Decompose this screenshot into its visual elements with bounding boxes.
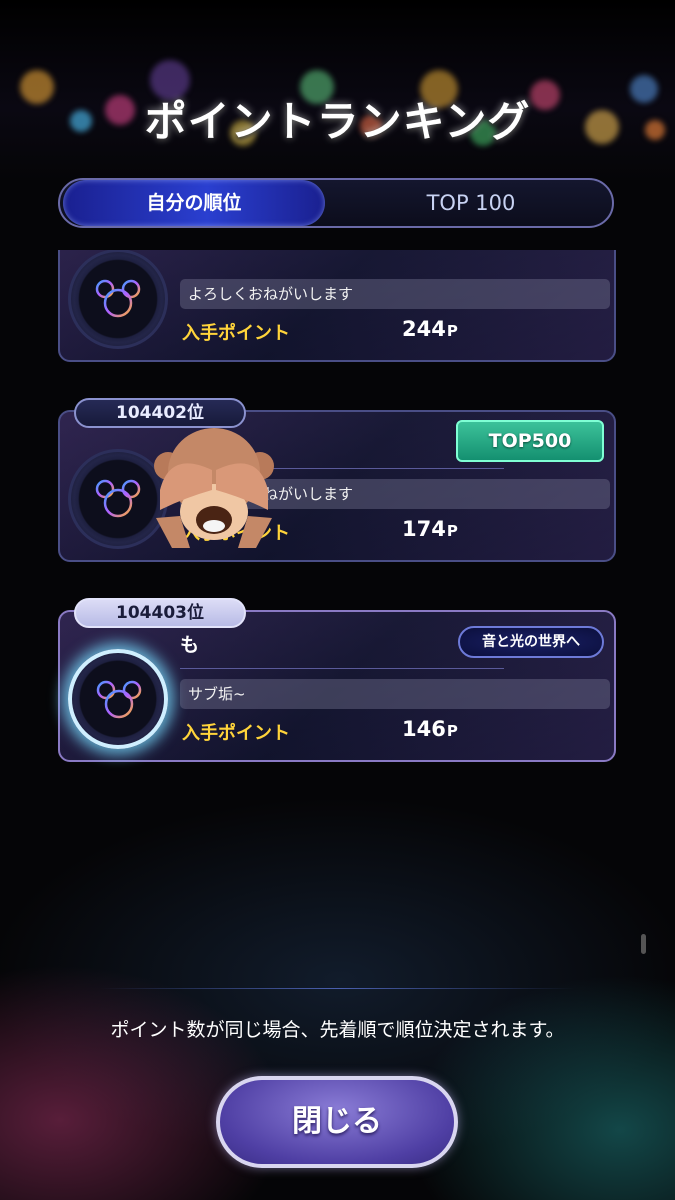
mickey-silhouette-icon xyxy=(96,680,142,719)
comment-text: よろしくおねがいします xyxy=(180,279,610,309)
rank-badge: 104403位 xyxy=(74,598,246,628)
mickey-silhouette-icon xyxy=(95,279,141,318)
points-value: 174P xyxy=(402,517,458,541)
ranking-card: よろしくおねがいします 入手ポイント 244P xyxy=(58,250,616,362)
divider xyxy=(180,668,504,669)
top500-badge: TOP500 xyxy=(456,420,604,462)
avatar[interactable] xyxy=(68,649,168,749)
points-label: 入手ポイント xyxy=(182,323,290,344)
ranking-card-self: 104403位 も 音と光の世界へ サブ垢~ 入手ポイント 146P xyxy=(58,598,616,762)
points-value: 146P xyxy=(402,717,458,741)
tab-top-100[interactable]: TOP 100 xyxy=(336,180,606,226)
title-badge: 音と光の世界へ xyxy=(458,626,604,658)
ranking-card: 104402位 TOP500 よろしくおねがいします 入手ポイント 174P xyxy=(58,398,616,562)
scrollbar-thumb[interactable] xyxy=(641,934,646,954)
ranking-tabs: 自分の順位 TOP 100 xyxy=(58,178,614,228)
comment-text: サブ垢~ xyxy=(180,679,610,709)
player-name: も xyxy=(180,634,200,656)
avatar xyxy=(68,250,168,349)
mickey-silhouette-icon xyxy=(95,479,141,518)
points-value: 244P xyxy=(402,317,458,341)
ranking-list[interactable]: よろしくおねがいします 入手ポイント 244P 104402位 TOP500 よ… xyxy=(0,250,675,990)
page-title: ポイントランキング xyxy=(144,97,531,146)
see-no-evil-monkey-icon xyxy=(154,428,274,548)
footer-divider xyxy=(100,988,575,989)
tab-my-rank[interactable]: 自分の順位 xyxy=(63,180,325,226)
points-label: 入手ポイント xyxy=(182,723,290,744)
tie-break-note: ポイント数が同じ場合、先着順で順位決定されます。 xyxy=(110,1019,565,1041)
close-button[interactable]: 閉じる xyxy=(216,1076,458,1168)
